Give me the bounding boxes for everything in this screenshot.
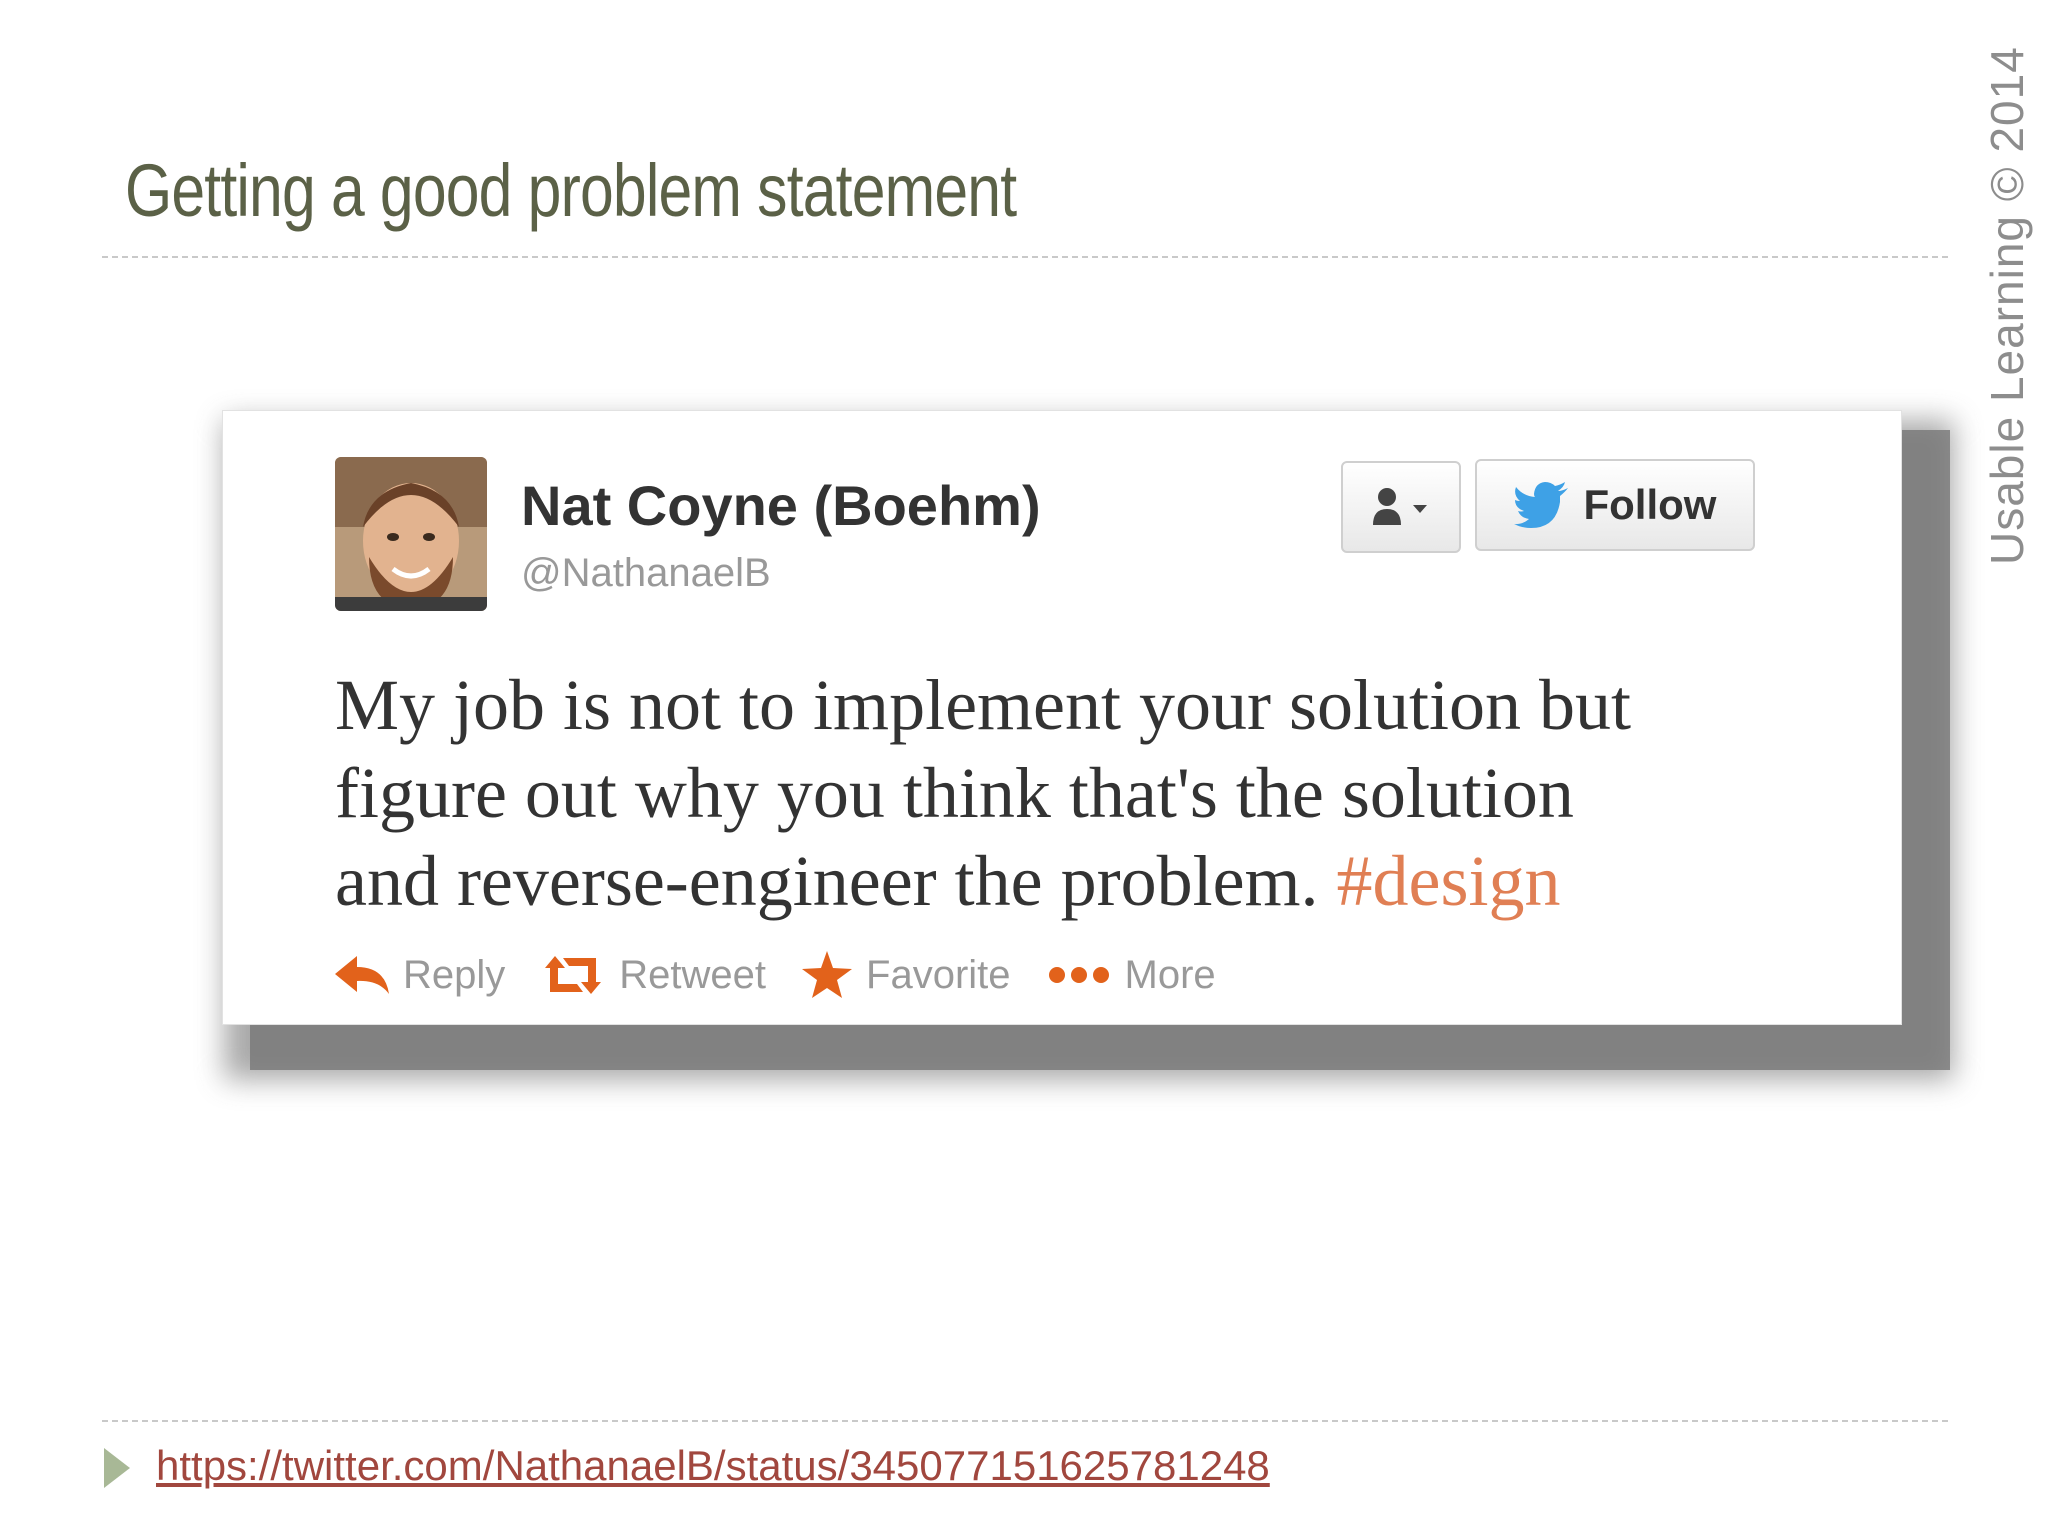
star-icon [802, 951, 853, 998]
retweet-action[interactable]: Retweet [541, 953, 766, 998]
tweet-card: Nat Coyne (Boehm) @NathanaelB Follow My … [222, 410, 1902, 1025]
favorite-label: Favorite [866, 952, 1011, 997]
tweet-text-line: figure out why you think that's the solu… [335, 753, 1574, 833]
user-display-name[interactable]: Nat Coyne (Boehm) [521, 473, 1041, 538]
tweet-text-line: and reverse-engineer the problem. [335, 841, 1319, 921]
avatar-photo-icon [335, 457, 487, 611]
avatar[interactable] [335, 457, 487, 611]
tweet-text-line: My job is not to implement your solution… [335, 665, 1631, 745]
reply-label: Reply [403, 952, 506, 997]
tweet-actions: Reply Retweet Favorite More [335, 951, 1252, 999]
favorite-action[interactable]: Favorite [802, 951, 1011, 999]
copyright-vertical-text: Usable Learning © 2014 [1981, 46, 2033, 565]
twitter-bird-icon [1513, 482, 1568, 528]
retweet-label: Retweet [619, 952, 767, 997]
footer-divider [102, 1420, 1948, 1422]
more-label: More [1124, 952, 1216, 997]
bullet-triangle-icon [104, 1448, 130, 1488]
title-divider [102, 256, 1948, 258]
user-dropdown-icon [1373, 488, 1427, 525]
more-dots-icon [1048, 967, 1109, 983]
user-handle[interactable]: @NathanaelB [521, 551, 771, 596]
retweet-icon [545, 956, 602, 994]
user-actions-dropdown-button[interactable] [1341, 461, 1461, 553]
hashtag-link[interactable]: #design [1337, 841, 1561, 921]
follow-button[interactable]: Follow [1475, 459, 1755, 551]
reply-action[interactable]: Reply [335, 953, 505, 998]
tweet-text-line-last: and reverse-engineer the problem. #desig… [335, 837, 1805, 925]
source-link[interactable]: https://twitter.com/NathanaelB/status/34… [156, 1442, 1270, 1490]
slide-title: Getting a good problem statement [125, 149, 1017, 232]
tweet-text: My job is not to implement your solution… [335, 661, 1805, 925]
follow-button-label: Follow [1583, 481, 1717, 528]
reply-icon [335, 956, 389, 994]
more-action[interactable]: More [1047, 953, 1216, 998]
